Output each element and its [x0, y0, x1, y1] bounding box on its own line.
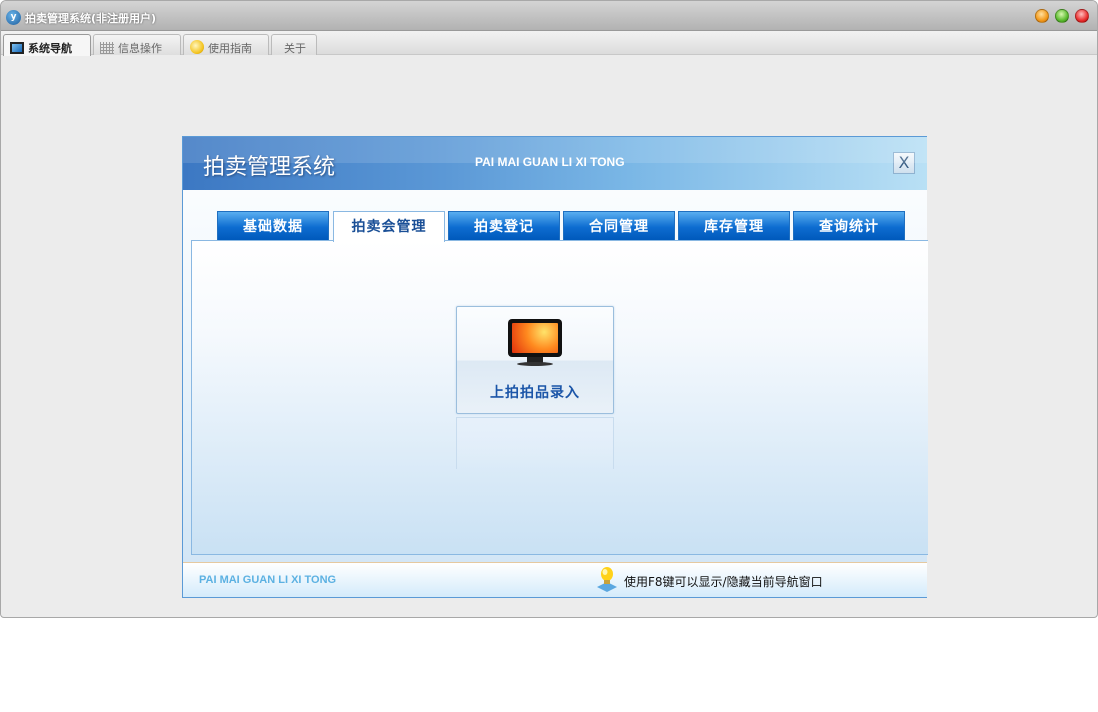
tab-label: 系统导航 [28, 42, 72, 55]
close-button[interactable] [1075, 9, 1089, 23]
panel-subtitle: PAI MAI GUAN LI XI TONG [475, 155, 625, 169]
tab-content: 上拍拍品录入 [191, 240, 928, 555]
footer-tip: 使用F8键可以显示/隐藏当前导航窗口 [624, 575, 823, 589]
tab-auction-management[interactable]: 拍卖会管理 [333, 211, 445, 242]
panel-header: 拍卖管理系统 PAI MAI GUAN LI XI TONG X [183, 137, 927, 190]
monitor-base [517, 362, 553, 366]
minimize-button[interactable] [1035, 9, 1049, 23]
title-bar[interactable]: y 拍卖管理系统(非注册用户) [1, 1, 1097, 31]
tab-label: 信息操作 [118, 42, 162, 55]
app-window: y 拍卖管理系统(非注册用户) 系统导航 信息操作 使用指南 关于 拍卖管理系统… [0, 0, 1098, 618]
monitor-icon [508, 319, 562, 357]
tab-info-operation[interactable]: 信息操作 [93, 34, 181, 55]
app-logo-icon: y [6, 10, 21, 25]
tab-inventory-management[interactable]: 库存管理 [678, 211, 790, 241]
panel-footer: PAI MAI GUAN LI XI TONG 使用F8键可以显示/隐藏当前导航… [183, 562, 927, 597]
tab-label: 使用指南 [208, 42, 252, 55]
tab-label: 关于 [284, 42, 306, 55]
footer-subtitle: PAI MAI GUAN LI XI TONG [199, 574, 337, 586]
grid-icon [100, 42, 114, 54]
tab-user-guide[interactable]: 使用指南 [183, 34, 269, 55]
panel-close-button[interactable]: X [893, 152, 915, 174]
maximize-button[interactable] [1055, 9, 1069, 23]
help-icon [190, 40, 204, 54]
monitor-icon [10, 42, 24, 54]
tab-query-statistics[interactable]: 查询统计 [793, 211, 905, 241]
tab-auction-registration[interactable]: 拍卖登记 [448, 211, 560, 241]
tab-contract-management[interactable]: 合同管理 [563, 211, 675, 241]
lightbulb-icon [597, 567, 617, 592]
panel-title: 拍卖管理系统 [203, 155, 336, 180]
navigation-panel: 拍卖管理系统 PAI MAI GUAN LI XI TONG X 基础数据 拍卖… [182, 136, 928, 598]
tab-about[interactable]: 关于 [271, 34, 317, 55]
window-title: 拍卖管理系统(非注册用户) [25, 12, 157, 25]
lot-entry-button[interactable]: 上拍拍品录入 [456, 306, 614, 414]
card-reflection [456, 417, 614, 469]
card-label: 上拍拍品录入 [490, 385, 580, 401]
tab-basic-data[interactable]: 基础数据 [217, 211, 329, 241]
window-tab-strip: 系统导航 信息操作 使用指南 关于 [1, 31, 1097, 56]
tab-system-navigation[interactable]: 系统导航 [3, 34, 91, 56]
